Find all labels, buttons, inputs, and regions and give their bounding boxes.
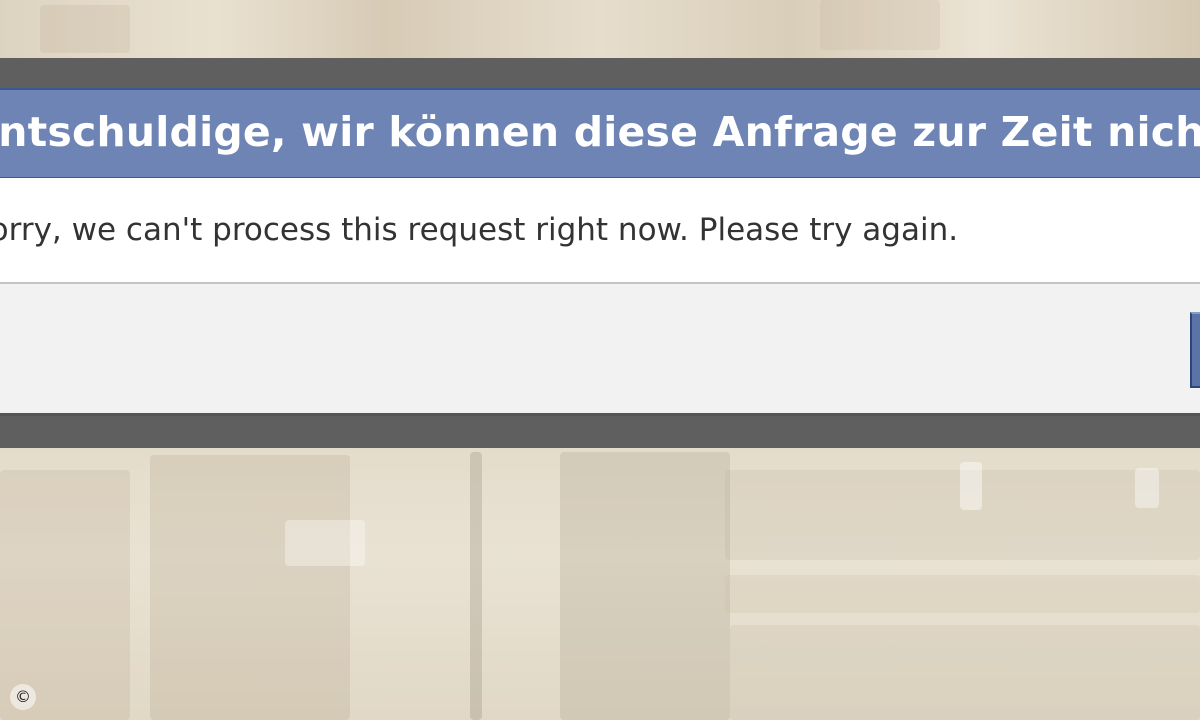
- background-top-region: [0, 0, 1200, 58]
- background-shape: [40, 5, 130, 53]
- dialog-header: Entschuldige, wir können diese Anfrage z…: [0, 88, 1200, 178]
- background-shape: [470, 452, 482, 720]
- background-shape: [285, 520, 365, 566]
- dialog-body: Sorry, we can't process this request rig…: [0, 178, 1200, 284]
- background-shape: [820, 0, 940, 50]
- dialog-close-button[interactable]: [1190, 312, 1200, 388]
- background-shape: [730, 625, 1200, 720]
- background-shape: [960, 462, 982, 510]
- background-shape: [150, 455, 350, 720]
- dialog-footer: [0, 284, 1200, 416]
- background-shape: [560, 452, 730, 720]
- dialog-message: Sorry, we can't process this request rig…: [0, 212, 959, 248]
- background-shape: [725, 575, 1200, 613]
- dialog-title: Entschuldige, wir können diese Anfrage z…: [0, 108, 1200, 156]
- background-shape: [0, 470, 130, 720]
- background-shape: [1135, 468, 1159, 508]
- copyright-icon: ©: [10, 684, 36, 710]
- error-dialog: Entschuldige, wir können diese Anfrage z…: [0, 88, 1200, 416]
